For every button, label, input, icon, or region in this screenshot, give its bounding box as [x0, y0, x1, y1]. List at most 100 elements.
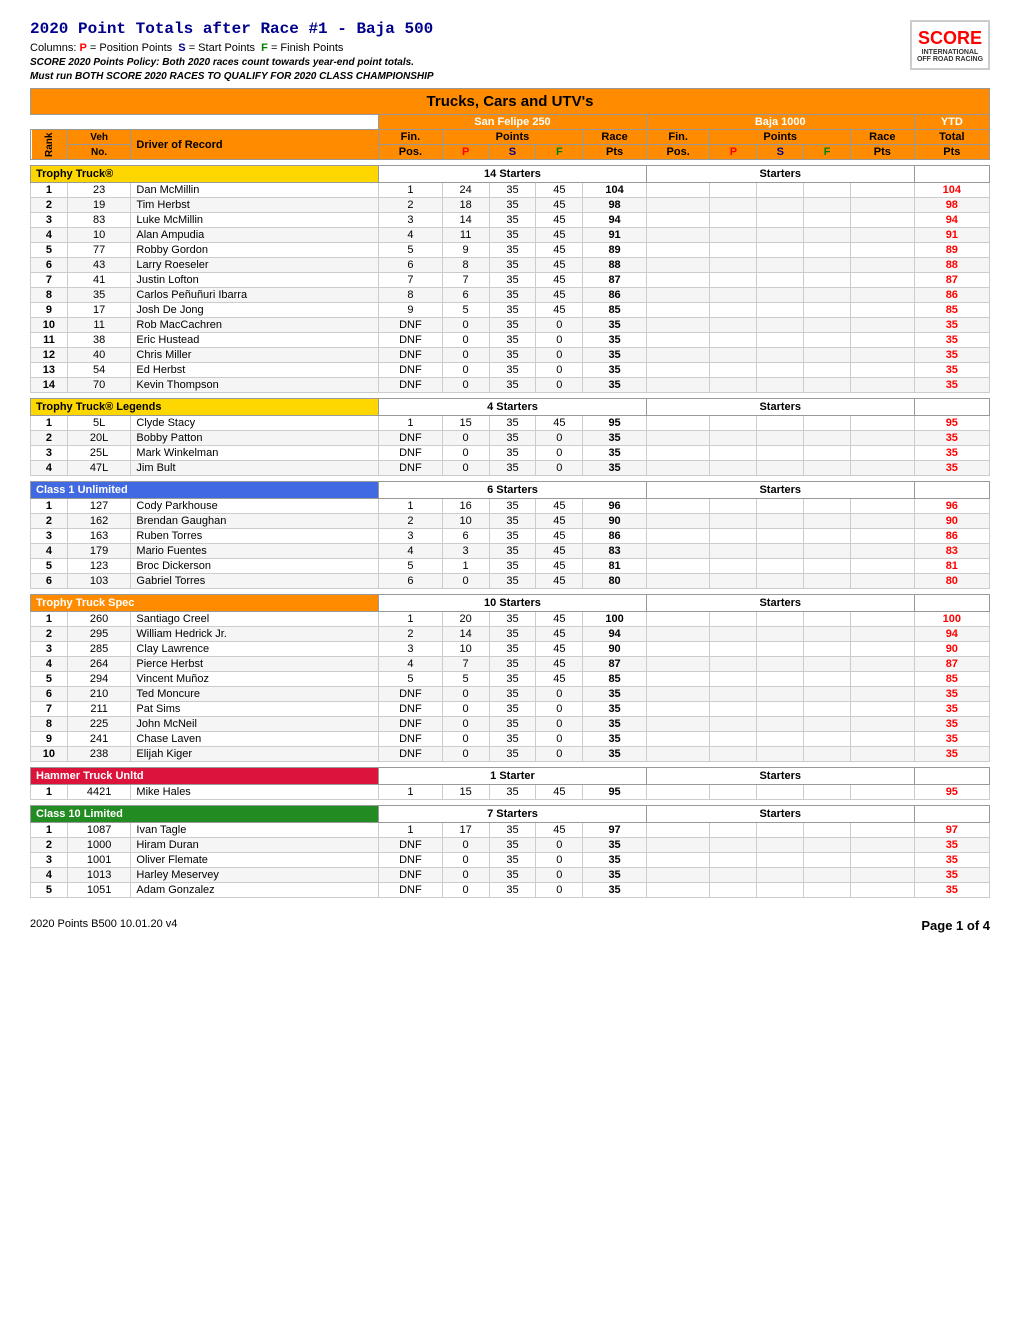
pts-0-0: 104 — [583, 183, 647, 198]
main-table: Trucks, Cars and UTV's San Felipe 250 Ba… — [30, 88, 990, 898]
bf-1-2 — [804, 446, 851, 461]
veh-3-2: 285 — [67, 642, 131, 657]
header-section: 2020 Point Totals after Race #1 - Baja 5… — [30, 20, 990, 82]
table-row: 9 241 Chase Laven DNF 0 35 0 35 35 — [31, 732, 990, 747]
pts-3-8: 35 — [583, 732, 647, 747]
s-5-0: 35 — [489, 823, 536, 838]
bs-5-0 — [757, 823, 804, 838]
veh-3-5: 210 — [67, 687, 131, 702]
bfin-2-2 — [646, 529, 710, 544]
bf-5-1 — [804, 838, 851, 853]
fin-0-5: 6 — [379, 258, 443, 273]
bs-2-1 — [757, 514, 804, 529]
bp-0-2 — [710, 213, 757, 228]
pts-header: Pts — [583, 145, 647, 160]
bs-3-6 — [757, 702, 804, 717]
bs-0-12 — [757, 363, 804, 378]
ytd-2-3: 83 — [914, 544, 989, 559]
veh-5-1: 1000 — [67, 838, 131, 853]
ytd-3-4: 85 — [914, 672, 989, 687]
pts-5-4: 35 — [583, 883, 647, 898]
driver-3-3: Pierce Herbst — [131, 657, 379, 672]
rank-0-3: 4 — [31, 228, 68, 243]
starters-baja-1: Starters — [646, 399, 914, 416]
bf-0-2 — [804, 213, 851, 228]
bs-0-11 — [757, 348, 804, 363]
fin-0-2: 3 — [379, 213, 443, 228]
pts-5-3: 35 — [583, 868, 647, 883]
bfin-1-0 — [646, 416, 710, 431]
bf-0-6 — [804, 273, 851, 288]
bfin-3-8 — [646, 732, 710, 747]
pts-0-10: 35 — [583, 333, 647, 348]
fin-3-6: DNF — [379, 702, 443, 717]
bs-3-8 — [757, 732, 804, 747]
page-title: 2020 Point Totals after Race #1 - Baja 5… — [30, 20, 434, 38]
fin-3-0: 1 — [379, 612, 443, 627]
s-5-1: 35 — [489, 838, 536, 853]
bpts-5-1 — [851, 838, 915, 853]
veh-2-2: 163 — [67, 529, 131, 544]
bpts-2-3 — [851, 544, 915, 559]
f-3-1: 45 — [536, 627, 583, 642]
bpts-5-4 — [851, 883, 915, 898]
bpts-5-3 — [851, 868, 915, 883]
bf-0-4 — [804, 243, 851, 258]
class-header-1: Trophy Truck® Legends 4 Starters Starter… — [31, 399, 990, 416]
p-0-12: 0 — [442, 363, 489, 378]
s-0-3: 35 — [489, 228, 536, 243]
rank-0-7: 8 — [31, 288, 68, 303]
bpoints-header: Points — [710, 130, 851, 145]
bf-4-0 — [804, 785, 851, 800]
driver-0-13: Kevin Thompson — [131, 378, 379, 393]
bp-2-0 — [710, 499, 757, 514]
bpts-3-8 — [851, 732, 915, 747]
rank-4-0: 1 — [31, 785, 68, 800]
p-3-8: 0 — [442, 732, 489, 747]
ytd-2-4: 81 — [914, 559, 989, 574]
ytd-2-2: 86 — [914, 529, 989, 544]
bfin-0-10 — [646, 333, 710, 348]
table-row: 4 10 Alan Ampudia 4 11 35 45 91 91 — [31, 228, 990, 243]
bs-2-0 — [757, 499, 804, 514]
ytd-1-3: 35 — [914, 461, 989, 476]
bs-header: S — [757, 145, 804, 160]
veh-2-0: 127 — [67, 499, 131, 514]
col-group-header: San Felipe 250 Baja 1000 YTD — [31, 115, 990, 130]
class-name-1: Trophy Truck® Legends — [31, 399, 379, 416]
starters-sf-1: 4 Starters — [379, 399, 647, 416]
bs-1-2 — [757, 446, 804, 461]
driver-0-2: Luke McMillin — [131, 213, 379, 228]
ytd-2-0: 96 — [914, 499, 989, 514]
sub-header-row1: Rank Veh Driver of Record Fin. Points Ra… — [31, 130, 990, 145]
driver-3-4: Vincent Muñoz — [131, 672, 379, 687]
fin-5-1: DNF — [379, 838, 443, 853]
rank-0-9: 10 — [31, 318, 68, 333]
bfin-3-7 — [646, 717, 710, 732]
rank-2-4: 5 — [31, 559, 68, 574]
veh-0-10: 38 — [67, 333, 131, 348]
bpts-3-5 — [851, 687, 915, 702]
veh-5-3: 1013 — [67, 868, 131, 883]
s-1-2: 35 — [489, 446, 536, 461]
bfin-3-9 — [646, 747, 710, 762]
pts-0-13: 35 — [583, 378, 647, 393]
bs-0-13 — [757, 378, 804, 393]
bp-3-8 — [710, 732, 757, 747]
bfin-0-0 — [646, 183, 710, 198]
bpts-0-9 — [851, 318, 915, 333]
table-row: 6 43 Larry Roeseler 6 8 35 45 88 88 — [31, 258, 990, 273]
s-3-9: 35 — [489, 747, 536, 762]
rank-0-6: 7 — [31, 273, 68, 288]
bpts-3-3 — [851, 657, 915, 672]
rank-0-5: 6 — [31, 258, 68, 273]
driver-1-3: Jim Bult — [131, 461, 379, 476]
starters-sf-3: 10 Starters — [379, 595, 647, 612]
bp-3-1 — [710, 627, 757, 642]
bpts-3-2 — [851, 642, 915, 657]
bp-0-3 — [710, 228, 757, 243]
pts-3-9: 35 — [583, 747, 647, 762]
veh-3-8: 241 — [67, 732, 131, 747]
bfin-0-8 — [646, 303, 710, 318]
bpts-0-11 — [851, 348, 915, 363]
